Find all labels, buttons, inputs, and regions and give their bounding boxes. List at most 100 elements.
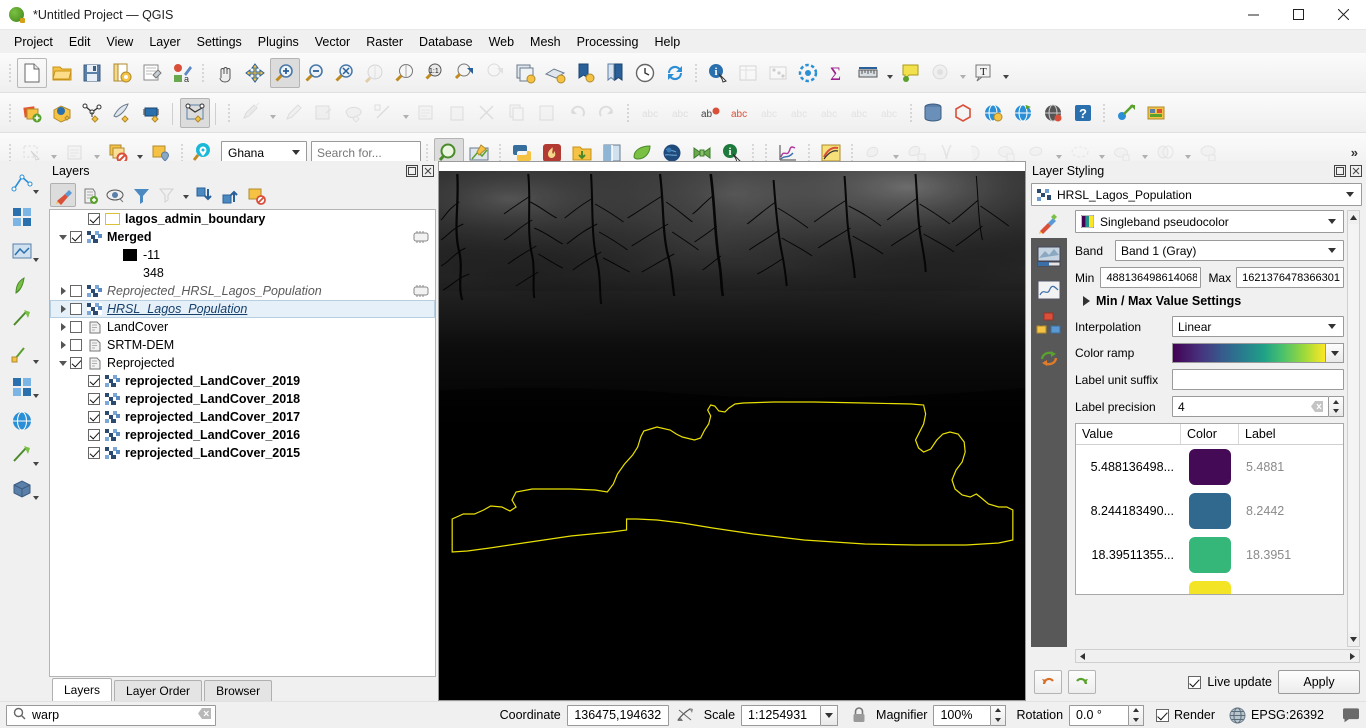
new-report-icon[interactable]: [600, 58, 630, 88]
menu-vector[interactable]: Vector: [307, 32, 358, 52]
add-mesh-layer-icon[interactable]: [77, 98, 107, 128]
topology-icon[interactable]: [948, 98, 978, 128]
new-map-view-icon[interactable]: [510, 58, 540, 88]
scroll-left-arrow[interactable]: [1076, 650, 1089, 662]
new-project-icon[interactable]: [17, 57, 47, 88]
tab-browser[interactable]: Browser: [204, 680, 273, 701]
scroll-down-arrow[interactable]: [1348, 633, 1359, 646]
plugin-icon-a[interactable]: [1111, 98, 1141, 128]
menu-processing[interactable]: Processing: [569, 32, 647, 52]
measure-line-icon[interactable]: [853, 58, 883, 88]
expander-down-icon[interactable]: [56, 354, 70, 372]
label-toolbar-icon-1[interactable]: abc: [635, 98, 665, 128]
rotation-input[interactable]: 0.0 °: [1069, 704, 1130, 726]
layer-visibility-checkbox[interactable]: [70, 357, 82, 369]
messages-icon[interactable]: [1342, 707, 1360, 723]
cell-label[interactable]: 8.2442: [1239, 504, 1343, 518]
zoom-to-selection-icon[interactable]: [360, 58, 390, 88]
layer-tree-item[interactable]: reprojected_LandCover_2019: [50, 372, 435, 390]
cell-label[interactable]: 5.4881: [1239, 460, 1343, 474]
layer-visibility-checkbox[interactable]: [70, 303, 82, 315]
scale-dropdown-button[interactable]: [821, 704, 839, 726]
menu-layer[interactable]: Layer: [141, 32, 188, 52]
scroll-track[interactable]: [1348, 224, 1359, 633]
new-shapefile-layer-icon[interactable]: [180, 97, 210, 128]
zoom-full-icon[interactable]: [330, 58, 360, 88]
menu-web[interactable]: Web: [481, 32, 522, 52]
label-toolbar-icon-8[interactable]: abc: [845, 98, 875, 128]
scroll-right-arrow[interactable]: [1346, 650, 1359, 662]
toolbar-handle-6[interactable]: [624, 101, 633, 125]
temporal-controller-icon[interactable]: [630, 58, 660, 88]
offset-curve-icon[interactable]: [6, 371, 40, 405]
expander-right-icon[interactable]: [56, 318, 70, 336]
layer-visibility-checkbox[interactable]: [88, 393, 100, 405]
add-group-icon[interactable]: [76, 183, 102, 207]
sum-icon[interactable]: Σ: [823, 58, 853, 88]
remove-layer-icon[interactable]: [243, 183, 269, 207]
redo-icon[interactable]: [1068, 670, 1096, 694]
menu-view[interactable]: View: [98, 32, 141, 52]
toolbar-handle-3[interactable]: [692, 61, 701, 85]
reshape-icon[interactable]: [6, 439, 40, 473]
add-postgis-layer-icon[interactable]: [137, 98, 167, 128]
expand-all-icon[interactable]: [191, 183, 217, 207]
scroll-up-arrow[interactable]: [1348, 211, 1359, 224]
paste-features-icon[interactable]: [532, 98, 562, 128]
toolbar-handle-5[interactable]: [225, 101, 234, 125]
copy-features-icon[interactable]: [502, 98, 532, 128]
magnifier-stepper[interactable]: [991, 704, 1007, 726]
layer-tree-item[interactable]: Merged: [50, 228, 435, 246]
globe-tool-icon[interactable]: [6, 405, 40, 439]
scale-input[interactable]: 1:1254931: [741, 704, 822, 726]
map-tips-icon[interactable]: [896, 58, 926, 88]
layer-tree-item[interactable]: LandCover: [50, 318, 435, 336]
undo-icon[interactable]: [1034, 670, 1062, 694]
close-button[interactable]: [1321, 0, 1366, 30]
collapse-all-icon[interactable]: [217, 183, 243, 207]
transparency-icon[interactable]: [1034, 242, 1064, 270]
color-swatch[interactable]: [1189, 449, 1231, 485]
menu-edit[interactable]: Edit: [61, 32, 99, 52]
vertex-tool-arrow[interactable]: [399, 98, 412, 128]
minimize-button[interactable]: [1231, 0, 1276, 30]
save-project-as-icon[interactable]: [107, 58, 137, 88]
new-print-layout-icon[interactable]: [137, 58, 167, 88]
label-toolbar-icon-6[interactable]: abc: [785, 98, 815, 128]
undo-redo-history-icon[interactable]: [1034, 344, 1064, 372]
label-unit-suffix-input[interactable]: [1172, 369, 1344, 390]
layer-visibility-checkbox[interactable]: [88, 213, 100, 225]
min-input[interactable]: 4881364986140682: [1100, 267, 1202, 288]
layer-tree-item[interactable]: Reprojected: [50, 354, 435, 372]
color-swatch[interactable]: [1189, 581, 1231, 594]
label-precision-input[interactable]: 4: [1172, 396, 1329, 417]
qgis2web-icon[interactable]: [1038, 98, 1068, 128]
cut-features-icon[interactable]: [472, 98, 502, 128]
expander-right-icon[interactable]: [56, 300, 70, 318]
filter-expression-arrow[interactable]: [180, 183, 191, 207]
menu-database[interactable]: Database: [411, 32, 481, 52]
interpolation-select[interactable]: Linear: [1172, 316, 1344, 337]
lock-scale-icon[interactable]: [852, 707, 866, 723]
close-styling-panel-icon[interactable]: [1348, 163, 1364, 179]
layer-tree-item[interactable]: 348: [50, 264, 435, 282]
layer-tree-item[interactable]: lagos_admin_boundary: [50, 210, 435, 228]
toolbar-handle-8[interactable]: [1100, 101, 1109, 125]
current-edits-icon[interactable]: [236, 98, 266, 128]
show-unplaced-labels-icon[interactable]: [926, 58, 956, 88]
layer-tree-item[interactable]: Reprojected_HRSL_Lagos_Population: [50, 282, 435, 300]
add-polygon-feature-icon[interactable]: [339, 98, 369, 128]
open-attribute-table-icon[interactable]: [733, 58, 763, 88]
table-row[interactable]: 18.39511355... 18.3951: [1076, 533, 1343, 577]
annotation-dropdown-arrow[interactable]: [999, 58, 1012, 88]
cell-label[interactable]: 117.1621: [1239, 592, 1343, 594]
new-text-annotation-icon[interactable]: T: [969, 58, 999, 88]
layer-visibility-checkbox[interactable]: [88, 411, 100, 423]
save-project-icon[interactable]: [77, 58, 107, 88]
label-toolbar-icon-9[interactable]: abc: [875, 98, 905, 128]
expander-right-icon[interactable]: [56, 336, 70, 354]
menu-raster[interactable]: Raster: [358, 32, 411, 52]
expander-right-icon[interactable]: [56, 282, 70, 300]
band-select[interactable]: Band 1 (Gray): [1115, 240, 1344, 261]
layer-visibility-checkbox[interactable]: [88, 447, 100, 459]
